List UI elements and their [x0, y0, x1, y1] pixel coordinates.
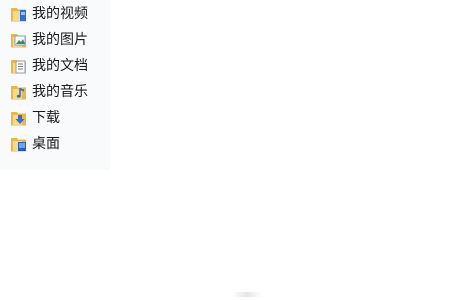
- nav-item-label: 我的文档: [32, 58, 88, 74]
- nav-item-music[interactable]: 我的音乐: [9, 79, 88, 105]
- nav-item-documents[interactable]: 我的文档: [9, 53, 88, 79]
- nav-item-videos[interactable]: 我的视频: [9, 1, 88, 27]
- faint-mark: [232, 292, 262, 297]
- desktop-folder-icon: [9, 135, 28, 154]
- quick-access-list: 我的视频 我的图片 我的文档 我的音乐 下载 桌面: [9, 1, 88, 157]
- nav-item-label: 我的视频: [32, 6, 88, 22]
- nav-item-desktop[interactable]: 桌面: [9, 131, 88, 157]
- nav-item-pictures[interactable]: 我的图片: [9, 27, 88, 53]
- videos-folder-icon: [9, 5, 28, 24]
- nav-item-label: 下载: [32, 110, 60, 126]
- nav-item-downloads[interactable]: 下载: [9, 105, 88, 131]
- documents-folder-icon: [9, 57, 28, 76]
- pictures-folder-icon: [9, 31, 28, 50]
- navigation-pane: 我的视频 我的图片 我的文档 我的音乐 下载 桌面: [0, 0, 110, 170]
- nav-item-label: 我的音乐: [32, 84, 88, 100]
- music-folder-icon: [9, 83, 28, 102]
- nav-item-label: 桌面: [32, 136, 60, 152]
- nav-item-label: 我的图片: [32, 32, 88, 48]
- downloads-folder-icon: [9, 109, 28, 128]
